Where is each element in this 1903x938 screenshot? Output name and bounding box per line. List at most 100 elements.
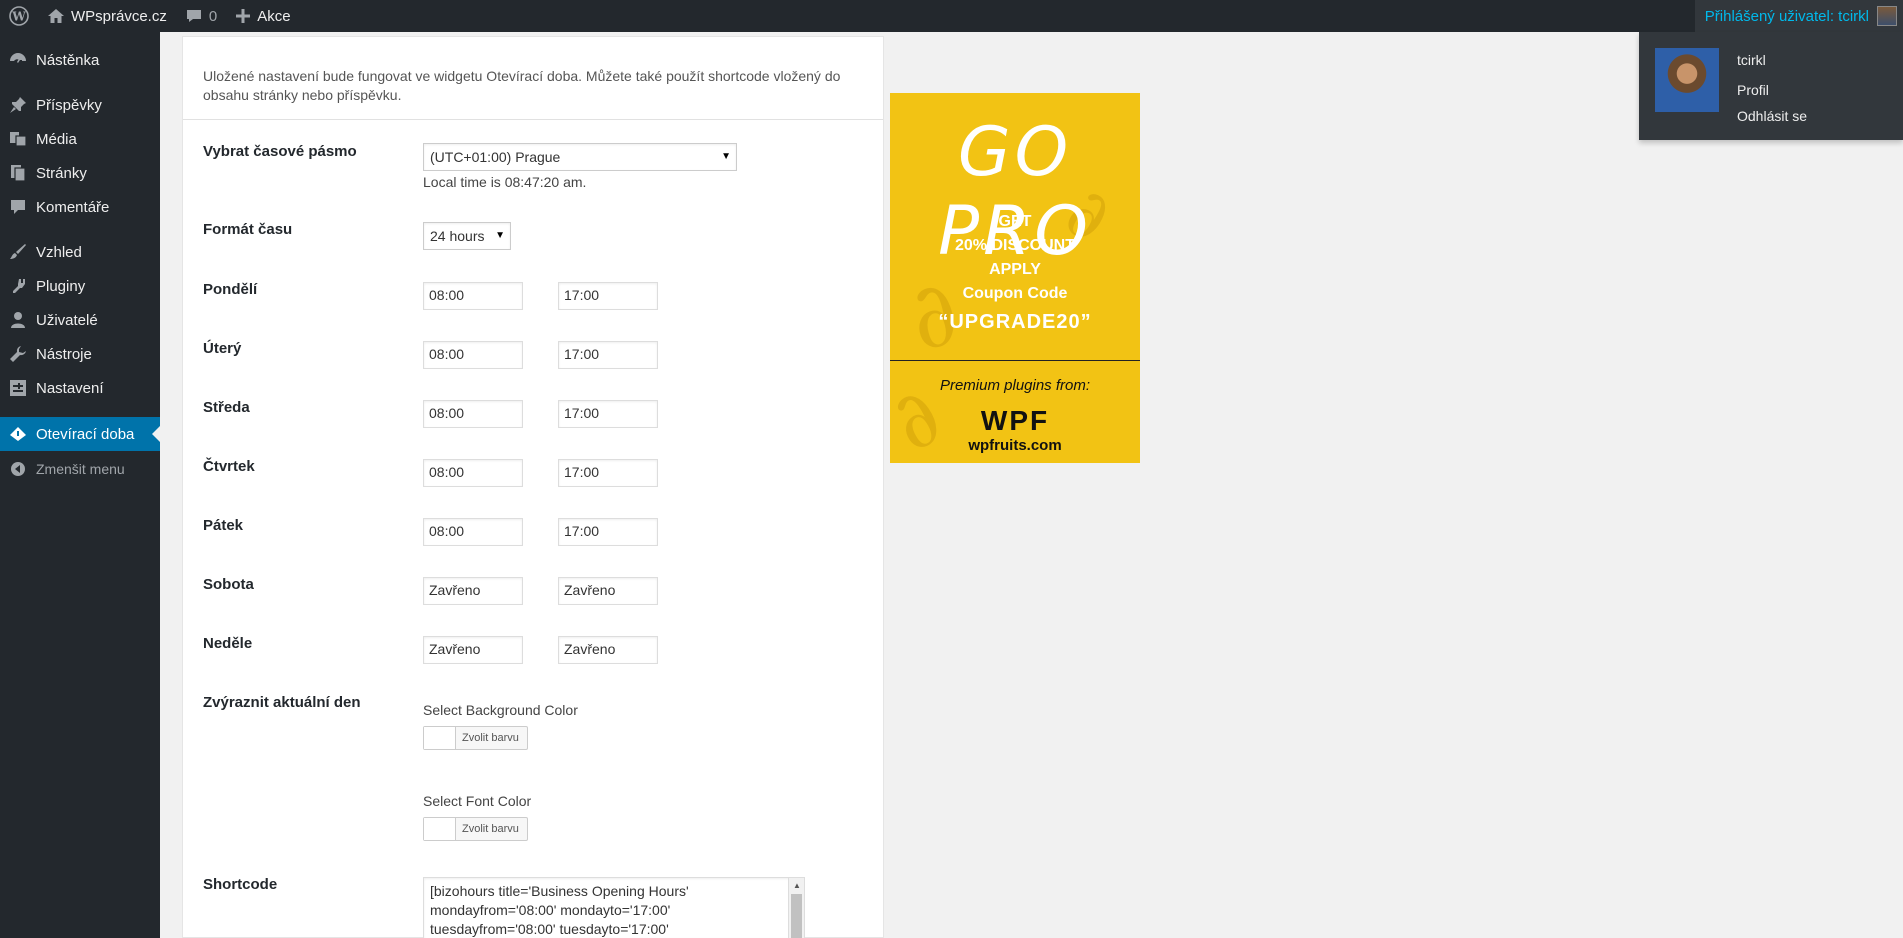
promo-line-get: GET (998, 213, 1032, 230)
shortcode-scrollbar[interactable]: ▲ (788, 878, 804, 938)
sidebar-item-label: Vzhled (36, 243, 82, 261)
sidebar-item-appearance[interactable]: Vzhled (0, 235, 160, 269)
time-format-select[interactable]: 24 hours ▼ (423, 222, 511, 250)
tuesday-to-input[interactable]: 17:00 (558, 341, 658, 369)
friday-to-input[interactable]: 17:00 (558, 518, 658, 546)
user-icon (11, 312, 25, 328)
new-content-link[interactable]: Akce (226, 0, 299, 32)
sidebar-item-users[interactable]: Uživatelé (0, 303, 160, 337)
sidebar-item-label: Nástroje (36, 345, 92, 363)
sidebar-item-label: Nástěnka (36, 51, 100, 69)
background-color-picker-button[interactable]: Zvolit barvu (423, 726, 528, 750)
shortcode-textarea[interactable]: [bizohours title='Business Opening Hours… (423, 877, 805, 938)
timezone-label: Vybrat časové pásmo (203, 143, 357, 160)
pin-icon (10, 97, 26, 113)
day-label-saturday: Sobota (203, 576, 254, 593)
time-format-value: 24 hours (430, 228, 485, 244)
monday-from-input[interactable]: 08:00 (423, 282, 523, 310)
sidebar-item-pages[interactable]: Stránky (0, 156, 160, 190)
sidebar-item-label: Uživatelé (36, 311, 98, 329)
wordpress-logo-button[interactable]: W (0, 0, 38, 32)
sidebar-item-label: Příspěvky (36, 96, 102, 114)
sidebar-item-settings[interactable]: Nastavení (0, 371, 160, 405)
plus-icon (236, 9, 251, 23)
timezone-value: (UTC+01:00) Prague (430, 149, 561, 165)
sunday-from-input[interactable]: Zavřeno (423, 636, 523, 664)
avatar[interactable] (1655, 48, 1719, 112)
plugin-icon (13, 279, 25, 293)
svg-text:W: W (11, 10, 26, 24)
background-color-label: Select Background Color (423, 702, 578, 718)
font-color-label: Select Font Color (423, 793, 532, 809)
brush-icon (10, 244, 26, 259)
media-icon (10, 132, 27, 147)
profile-link[interactable]: Profil (1737, 82, 1769, 98)
color-picker-label: Zvolit barvu (462, 732, 519, 744)
clock-icon (10, 427, 26, 441)
sidebar-item-label: Média (36, 130, 77, 148)
sunday-to-input[interactable]: Zavřeno (558, 636, 658, 664)
thursday-to-input[interactable]: 17:00 (558, 459, 658, 487)
day-label-sunday: Neděle (203, 635, 253, 652)
divider (183, 119, 883, 120)
promo-premium-text: Premium plugins from: (939, 377, 1091, 394)
go-pro-promo-banner[interactable]: ∂ ∂ ∂ GO PRO GET 20% DISCOUNT APPLY Coup… (890, 93, 1140, 463)
color-swatch (424, 818, 456, 840)
sidebar-item-media[interactable]: Média (0, 122, 160, 156)
promo-coupon-code: “UPGRADE20” (938, 311, 1092, 333)
monday-to-input[interactable]: 17:00 (558, 282, 658, 310)
timezone-select[interactable]: (UTC+01:00) Prague ▼ (423, 143, 737, 171)
sidebar-item-label: Komentáře (36, 198, 110, 216)
chevron-down-icon: ▼ (721, 151, 731, 162)
saturday-to-input[interactable]: Zavřeno (558, 577, 658, 605)
promo-line-apply: APPLY (989, 261, 1041, 278)
sidebar-item-plugins[interactable]: Pluginy (0, 269, 160, 303)
my-account-link[interactable]: Přihlášený uživatel: tcirkl (1694, 0, 1903, 32)
intro-text: Uložené nastavení bude fungovat ve widge… (203, 68, 841, 103)
user-display-name[interactable]: tcirkl (1737, 52, 1766, 68)
sidebar-item-tools[interactable]: Nástroje (0, 337, 160, 371)
wednesday-from-input[interactable]: 08:00 (423, 400, 523, 428)
wrench-icon (10, 346, 26, 362)
font-color-picker-button[interactable]: Zvolit barvu (423, 817, 528, 841)
promo-line-coupon: Coupon Code (962, 285, 1068, 302)
shortcode-label: Shortcode (203, 876, 278, 893)
thursday-from-input[interactable]: 08:00 (423, 459, 523, 487)
comments-link[interactable]: 0 (176, 0, 226, 32)
comment-icon (11, 200, 25, 214)
day-label-thursday: Čtvrtek (203, 458, 255, 475)
collapse-menu-button[interactable]: Zmenšit menu (0, 452, 160, 486)
promo-site-url: wpfruits.com (968, 437, 1062, 454)
highlight-day-label: Zvýraznit aktuální den (203, 694, 361, 711)
day-label-wednesday: Středa (203, 399, 250, 416)
saturday-from-input[interactable]: Zavřeno (423, 577, 523, 605)
collapse-menu-label: Zmenšit menu (36, 461, 125, 477)
sidebar-item-opening-hours[interactable]: Otevírací doba (0, 417, 160, 451)
color-picker-label: Zvolit barvu (462, 823, 519, 835)
friday-from-input[interactable]: 08:00 (423, 518, 523, 546)
sidebar-item-posts[interactable]: Příspěvky (0, 88, 160, 122)
scrollbar-thumb[interactable] (791, 894, 802, 938)
pages-icon (11, 165, 26, 182)
user-account-dropdown: tcirkl Profil Odhlásit se (1639, 32, 1903, 140)
site-name-link[interactable]: WPsprávce.cz (38, 0, 176, 32)
site-name: WPsprávce.cz (71, 7, 167, 25)
sidebar-item-label: Nastavení (36, 379, 104, 397)
home-icon (48, 9, 64, 23)
admin-bar: W WPsprávce.cz 0 Akce Přihlášený uživate… (0, 0, 1903, 32)
comment-bubble-icon (186, 10, 201, 22)
sidebar-item-comments[interactable]: Komentáře (0, 190, 160, 224)
sidebar-item-label: Otevírací doba (36, 425, 135, 443)
tuesday-from-input[interactable]: 08:00 (423, 341, 523, 369)
logout-link[interactable]: Odhlásit se (1737, 108, 1807, 124)
comments-count: 0 (208, 7, 218, 25)
sidebar-item-label: Stránky (36, 164, 87, 182)
sidebar-item-dashboard[interactable]: Nástěnka (0, 43, 160, 77)
settings-icon (10, 380, 26, 396)
local-time-note: Local time is 08:47:20 am. (423, 174, 587, 190)
promo-line-discount: 20% DISCOUNT (954, 237, 1076, 254)
chevron-down-icon: ▼ (495, 230, 505, 241)
wednesday-to-input[interactable]: 17:00 (558, 400, 658, 428)
admin-sidebar: Nástěnka Příspěvky Média Stránky Komentá… (0, 32, 160, 938)
scroll-up-arrow-icon[interactable]: ▲ (793, 881, 801, 890)
